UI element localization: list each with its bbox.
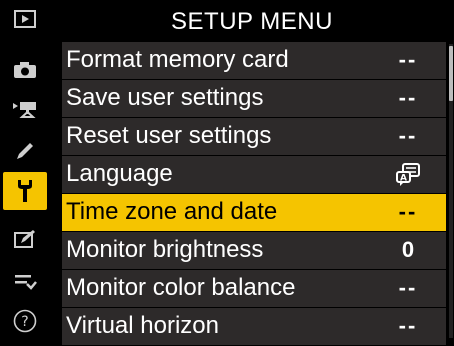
menu-item-value: -- [398, 275, 418, 301]
menu-item-value: A [378, 161, 446, 187]
my-menu-icon [15, 275, 37, 290]
menu-item-language[interactable]: Language A [62, 156, 446, 193]
tab-photo-shooting[interactable] [0, 51, 50, 89]
tab-my-menu[interactable] [0, 263, 50, 301]
menu-item-value: -- [398, 47, 418, 73]
menu-item-time-zone-and-date[interactable]: Time zone and date -- [62, 194, 446, 231]
menu-item-value: -- [398, 199, 418, 225]
scrollbar[interactable] [449, 44, 453, 338]
menu-item-label: Time zone and date [66, 198, 278, 226]
setup-menu-list: Format memory card -- Save user settings… [62, 42, 446, 346]
menu-item-label: Monitor brightness [66, 236, 264, 264]
menu-item-label: Format memory card [66, 46, 289, 74]
menu-item-monitor-color-balance[interactable]: Monitor color balance -- [62, 270, 446, 307]
tab-custom-settings[interactable] [0, 132, 50, 170]
page-title: SETUP MENU [171, 8, 333, 35]
menu-item-format-memory-card[interactable]: Format memory card -- [62, 42, 446, 79]
retouch-icon [14, 230, 35, 248]
scrollbar-thumb[interactable] [449, 46, 453, 101]
menu-item-value: -- [398, 313, 418, 339]
menu-item-label: Reset user settings [66, 122, 272, 150]
help-icon: ? [13, 309, 37, 333]
wrench-icon [18, 180, 32, 202]
movie-icon [13, 102, 36, 118]
menu-item-label: Language [66, 160, 173, 188]
menu-item-label: Virtual horizon [66, 312, 219, 340]
menu-item-monitor-brightness[interactable]: Monitor brightness 0 [62, 232, 446, 269]
tab-setup[interactable] [3, 172, 47, 210]
menu-item-label: Save user settings [66, 84, 264, 112]
menu-item-label: Monitor color balance [66, 274, 296, 302]
menu-item-reset-user-settings[interactable]: Reset user settings -- [62, 118, 446, 155]
menu-tab-sidebar: ? [0, 0, 50, 338]
menu-item-value: -- [398, 123, 418, 149]
playback-icon [14, 10, 36, 28]
camera-icon [14, 62, 36, 78]
tab-help[interactable]: ? [0, 302, 50, 340]
menu-item-virtual-horizon[interactable]: Virtual horizon -- [62, 308, 446, 345]
menu-item-value: 0 [401, 237, 415, 263]
svg-text:A: A [400, 174, 407, 184]
menu-item-value: -- [398, 85, 418, 111]
svg-text:?: ? [21, 314, 28, 330]
tab-movie-shooting[interactable] [0, 89, 50, 127]
pencil-icon [17, 143, 33, 159]
menu-item-save-user-settings[interactable]: Save user settings -- [62, 80, 446, 117]
tab-playback[interactable] [0, 0, 50, 38]
tab-retouch[interactable] [0, 220, 50, 258]
language-icon: A [396, 163, 420, 187]
